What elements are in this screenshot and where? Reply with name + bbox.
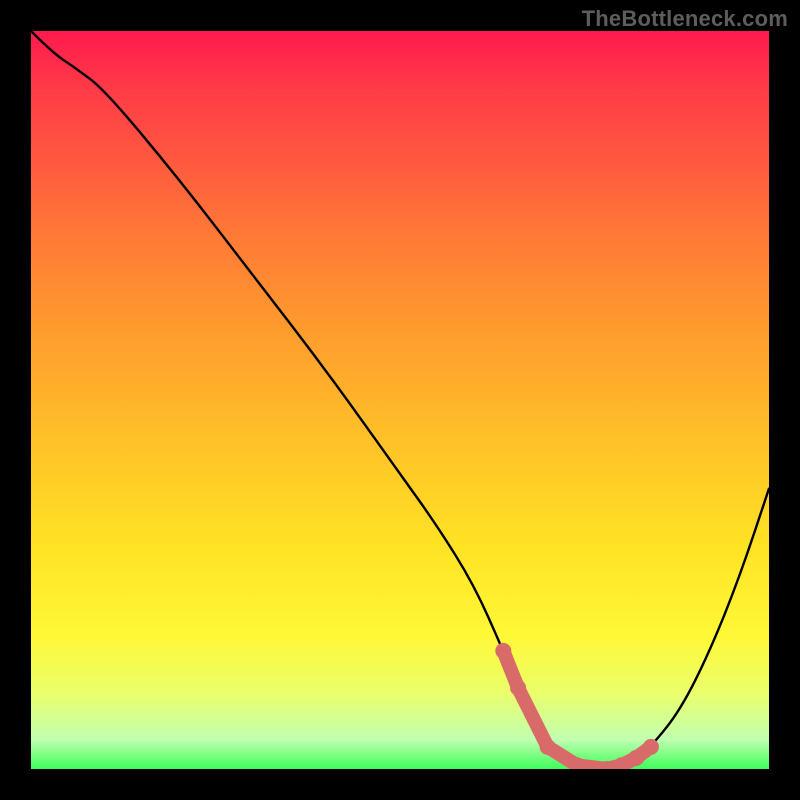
valley-highlight	[503, 651, 651, 769]
valley-highlight-dot	[495, 643, 511, 659]
valley-highlight-dot	[540, 739, 556, 755]
watermark-text: TheBottleneck.com	[582, 6, 788, 32]
valley-highlight-dot	[628, 750, 644, 766]
chart-plot-area	[31, 31, 769, 769]
chart-svg	[31, 31, 769, 769]
valley-highlight-dot	[643, 739, 659, 755]
valley-highlight-dot	[510, 680, 526, 696]
bottleneck-curve	[31, 31, 769, 768]
